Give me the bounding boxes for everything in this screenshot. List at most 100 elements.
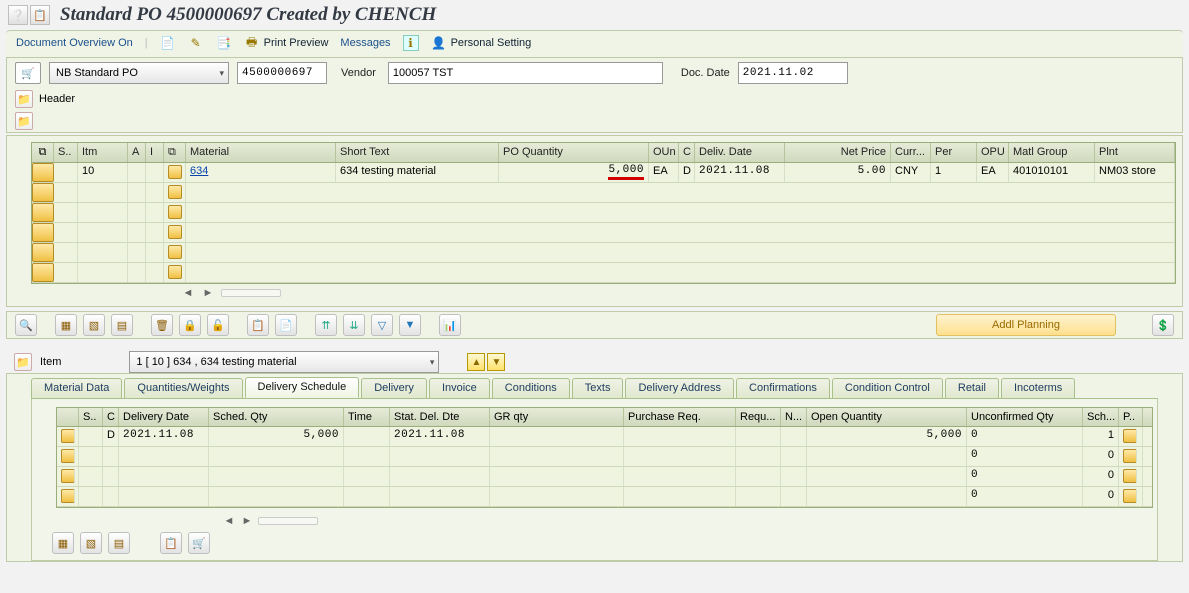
doc-date-field[interactable]: 2021.11.02: [738, 62, 848, 84]
row-selector[interactable]: [32, 243, 54, 262]
cell-plnt[interactable]: NM03 store: [1095, 163, 1175, 182]
select-block-icon[interactable]: ▤: [108, 532, 130, 554]
scol-time[interactable]: Time: [344, 408, 390, 426]
scol-openqty[interactable]: Open Quantity: [807, 408, 967, 426]
scol-statdeldte[interactable]: Stat. Del. Dte: [390, 408, 490, 426]
tab-conditions[interactable]: Conditions: [492, 378, 570, 398]
col-opu[interactable]: OPU: [977, 143, 1009, 162]
col-per[interactable]: Per: [931, 143, 977, 162]
row-selector[interactable]: [32, 183, 54, 202]
col-select-material-icon[interactable]: ⧉: [164, 143, 186, 162]
po-number-field[interactable]: 4500000697: [237, 62, 327, 84]
create-icon[interactable]: 📄: [160, 35, 176, 51]
cell-material[interactable]: 634: [186, 163, 336, 182]
item-dropdown[interactable]: 1 [ 10 ] 634 , 634 testing material: [129, 351, 439, 373]
vendor-field[interactable]: 100057 TST: [388, 62, 663, 84]
col-plnt[interactable]: Plnt: [1095, 143, 1175, 162]
scol-c[interactable]: C: [103, 408, 119, 426]
doc-overview-button[interactable]: Document Overview On: [16, 37, 133, 49]
scroll-right-icon[interactable]: ►: [240, 514, 254, 528]
row-selector[interactable]: [32, 263, 54, 282]
cell-shorttext[interactable]: 634 testing material: [336, 163, 499, 182]
row-selector[interactable]: [32, 203, 54, 222]
tab-quantities-weights[interactable]: Quantities/Weights: [124, 378, 242, 398]
tab-texts[interactable]: Texts: [572, 378, 624, 398]
schedule-row[interactable]: 0 0: [57, 487, 1152, 507]
col-a[interactable]: A: [128, 143, 146, 162]
scroll-left-icon[interactable]: ◄: [181, 286, 195, 300]
col-poqty[interactable]: PO Quantity: [499, 143, 649, 162]
col-i[interactable]: I: [146, 143, 164, 162]
personal-setting-button[interactable]: 👤 Personal Setting: [431, 35, 532, 51]
lock-icon[interactable]: 🔒: [179, 314, 201, 336]
row-selector[interactable]: [61, 429, 75, 443]
schedule-row[interactable]: D 2021.11.08 5,000 2021.11.08 5,000 0 1: [57, 427, 1152, 447]
layout-icon[interactable]: 📊: [439, 314, 461, 336]
sort-asc-icon[interactable]: ⇈: [315, 314, 337, 336]
schedule-row[interactable]: 0 0: [57, 467, 1152, 487]
col-s[interactable]: S..: [54, 143, 78, 162]
table-row-empty[interactable]: [32, 203, 1175, 223]
row-end-icon[interactable]: [1123, 449, 1137, 463]
help-icon[interactable]: ❔: [8, 5, 28, 25]
cell-itm[interactable]: 10: [78, 163, 128, 182]
scol-grqty[interactable]: GR qty: [490, 408, 624, 426]
tab-retail[interactable]: Retail: [945, 378, 999, 398]
scol-unconf[interactable]: Unconfirmed Qty: [967, 408, 1083, 426]
expand-items-icon[interactable]: 📁: [15, 112, 33, 130]
material-selector-icon[interactable]: [168, 245, 182, 259]
messages-button[interactable]: Messages: [340, 37, 390, 49]
cell-netprice[interactable]: 5.00: [785, 163, 891, 182]
material-selector-icon[interactable]: [168, 165, 182, 179]
scroll-right-icon[interactable]: ►: [201, 286, 215, 300]
other-po-icon[interactable]: 📑: [216, 35, 232, 51]
prev-item-icon[interactable]: ▲: [467, 353, 485, 371]
row-end-icon[interactable]: [1123, 469, 1137, 483]
tab-material-data[interactable]: Material Data: [31, 378, 122, 398]
tab-delivery-schedule[interactable]: Delivery Schedule: [245, 377, 360, 398]
sort-desc-icon[interactable]: ⇊: [343, 314, 365, 336]
cell-opu[interactable]: EA: [977, 163, 1009, 182]
tab-delivery-address[interactable]: Delivery Address: [625, 378, 734, 398]
cell-poqty[interactable]: 5,000: [608, 165, 644, 180]
scroll-track[interactable]: [221, 289, 281, 297]
cell-delivdate[interactable]: 2021.11.08: [695, 163, 785, 182]
col-matlgroup[interactable]: Matl Group: [1009, 143, 1095, 162]
table-row-empty[interactable]: [32, 223, 1175, 243]
copy-icon[interactable]: 📋: [247, 314, 269, 336]
cell-per[interactable]: 1: [931, 163, 977, 182]
delete-icon[interactable]: 🗑: [151, 314, 173, 336]
copy-icon[interactable]: 📋: [30, 5, 50, 25]
select-all-header[interactable]: ⧉: [32, 143, 54, 162]
scol-requ[interactable]: Requ...: [736, 408, 781, 426]
schedule-row[interactable]: 0 0: [57, 447, 1152, 467]
material-selector-icon[interactable]: [168, 265, 182, 279]
cart-icon[interactable]: 🛒: [188, 532, 210, 554]
col-itm[interactable]: Itm: [78, 143, 128, 162]
copy-icon[interactable]: 📋: [160, 532, 182, 554]
expand-header-icon[interactable]: 📁: [15, 90, 33, 108]
row-selector[interactable]: [32, 163, 54, 182]
col-netprice[interactable]: Net Price: [785, 143, 891, 162]
deselect-all-icon[interactable]: ▧: [80, 532, 102, 554]
row-end-icon[interactable]: [1123, 429, 1137, 443]
display-icon[interactable]: ✎: [188, 35, 204, 51]
scol-schedqty[interactable]: Sched. Qty: [209, 408, 344, 426]
tab-confirmations[interactable]: Confirmations: [736, 378, 830, 398]
row-selector[interactable]: [32, 223, 54, 242]
addl-planning-button[interactable]: Addl Planning: [936, 314, 1116, 336]
scroll-track[interactable]: [258, 517, 318, 525]
table-row-empty[interactable]: [32, 243, 1175, 263]
row-selector[interactable]: [61, 469, 75, 483]
detail-icon[interactable]: 🔍: [15, 314, 37, 336]
material-selector-icon[interactable]: [168, 205, 182, 219]
info-icon[interactable]: ℹ: [403, 35, 419, 51]
scol-n[interactable]: N...: [781, 408, 807, 426]
col-material[interactable]: Material: [186, 143, 336, 162]
scroll-left-icon[interactable]: ◄: [222, 514, 236, 528]
filter-off-icon[interactable]: ▼: [399, 314, 421, 336]
filter-icon[interactable]: ▽: [371, 314, 393, 336]
cell-oun[interactable]: EA: [649, 163, 679, 182]
select-all-icon[interactable]: ▦: [52, 532, 74, 554]
po-type-dropdown[interactable]: NB Standard PO: [49, 62, 229, 84]
